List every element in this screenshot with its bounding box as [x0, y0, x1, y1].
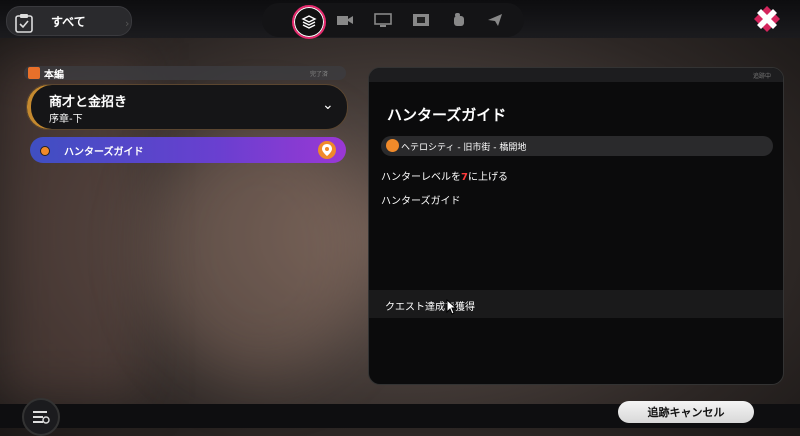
layers-icon [301, 15, 317, 29]
fist-icon [454, 13, 464, 26]
reward-label: クエスト達成で獲得 [385, 302, 475, 313]
location-bar[interactable]: ヘテロシティ - 旧市街 - 橋開地 [381, 136, 773, 156]
section-count: 完了済 [310, 71, 329, 78]
quest-log-icon [33, 411, 50, 424]
objective-target: 7 [461, 172, 468, 183]
location-pin-icon [386, 139, 399, 152]
location-pin-icon[interactable] [318, 141, 336, 159]
tab-camera[interactable] [334, 10, 356, 30]
section-header [24, 66, 346, 80]
tab-fist[interactable] [448, 10, 470, 30]
paper-plane-icon [488, 14, 502, 26]
cancel-tracking-button[interactable]: 追跡キャンセル [618, 401, 754, 423]
camera-icon [337, 16, 353, 25]
filter-label: すべて [51, 15, 86, 29]
tab-paper-plane[interactable] [484, 10, 506, 30]
quest-list-item[interactable]: ハンターズガイド [30, 137, 346, 163]
quest-log-button[interactable] [22, 398, 60, 436]
tab-film[interactable] [410, 10, 432, 30]
quest-status-dot [40, 146, 50, 156]
tab-layers[interactable] [292, 5, 326, 39]
top-bar: すべて › [0, 0, 800, 39]
clipboard-icon [15, 14, 33, 33]
chapter-title: 商才と金招き [49, 95, 128, 110]
screen-icon [374, 13, 392, 27]
filter-dropdown[interactable]: すべて › [6, 6, 132, 36]
chapter-subtitle: 序章-下 [49, 114, 83, 125]
detail-header-strip: 追跡中 [369, 68, 783, 82]
tab-screen[interactable] [372, 10, 394, 30]
chevron-right-icon: › [125, 17, 130, 30]
category-bar [262, 3, 524, 39]
section-label: 本編 [44, 70, 64, 81]
tracking-tag: 追跡中 [752, 73, 771, 80]
chapter-card[interactable]: 商才と金招き 序章-下 ⌄ [26, 84, 348, 130]
quest-title: ハンターズガイド [387, 106, 507, 124]
mouse-cursor-icon [446, 299, 458, 315]
quest-label: ハンターズガイド [64, 147, 144, 158]
close-button[interactable] [752, 6, 782, 32]
location-text: ヘテロシティ - 旧市街 - 橋開地 [401, 143, 527, 153]
quest-description: ハンターズガイド [381, 196, 461, 207]
quest-detail-panel: 追跡中 ハンターズガイド ヘテロシティ - 旧市街 - 橋開地 ハンターレベルを… [368, 67, 784, 385]
camera-badge-icon [28, 67, 40, 79]
quest-objective: ハンターレベルを7に上げる [381, 172, 508, 183]
film-icon [413, 14, 429, 26]
chevron-down-icon[interactable]: ⌄ [322, 97, 334, 113]
